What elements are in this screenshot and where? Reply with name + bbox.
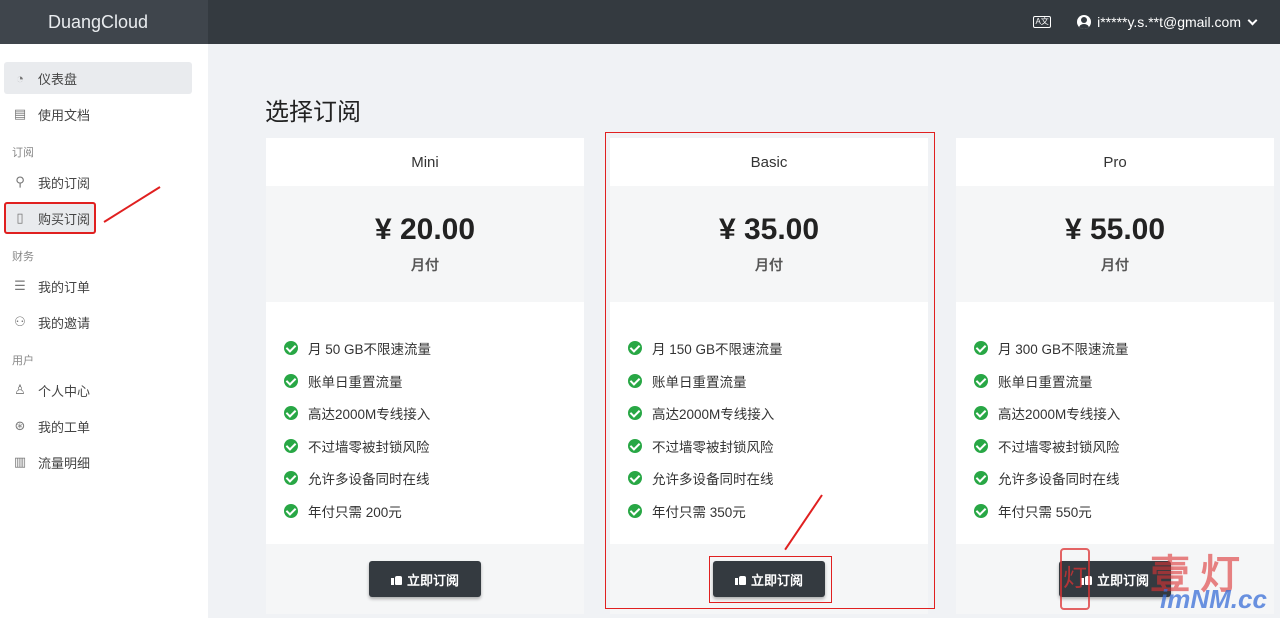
feature-item: 允许多设备同时在线 <box>974 462 1274 495</box>
sidebar-item-label: 我的工单 <box>38 419 91 435</box>
dashboard-icon: ◔ <box>16 70 24 86</box>
chevron-down-icon[interactable] <box>1247 15 1258 25</box>
feature-item: 允许多设备同时在线 <box>284 462 584 495</box>
user-email[interactable]: i*****y.s.**t@gmail.com <box>1097 14 1241 30</box>
header-right: A文 i*****y.s.**t@gmail.com <box>1033 14 1280 30</box>
sidebar-item-label: 我的邀请 <box>38 315 91 331</box>
watermark-seal: 灯 <box>1060 548 1090 610</box>
sidebar-item-label: 我的订单 <box>38 279 91 295</box>
page-title: 选择订阅 <box>265 99 361 126</box>
check-circle-icon <box>974 471 988 486</box>
annotation-box-basic-button <box>709 556 832 603</box>
plan-period: 月付 <box>411 257 439 273</box>
plan-price: ¥ 55.00 <box>1064 213 1166 246</box>
feature-item: 年付只需 200元 <box>284 495 584 528</box>
book-icon: ▤ <box>13 106 27 121</box>
section-title-finance: 财务 <box>12 251 34 263</box>
sidebar-item-my-invites[interactable]: ⚇ 我的邀请 <box>4 306 192 338</box>
sidebar: ◔ 仪表盘 ▤ 使用文档 订阅 ⚲ 我的订阅 ▯ 购买订阅 财务 ☰ 我的订单 … <box>0 44 208 618</box>
check-circle-icon <box>974 503 988 518</box>
sidebar-item-buy-subscription[interactable]: ▯ 购买订阅 <box>4 202 96 234</box>
sidebar-item-label: 使用文档 <box>38 107 91 123</box>
sidebar-item-dashboard[interactable]: ◔ 仪表盘 <box>4 62 192 94</box>
plan-name: Pro <box>1103 153 1127 171</box>
check-circle-icon <box>974 406 988 421</box>
check-circle-icon <box>974 373 988 388</box>
check-circle-icon <box>284 341 298 356</box>
support-icon: ⊛ <box>14 418 26 433</box>
brand-logo[interactable]: DuangCloud <box>0 0 208 44</box>
feature-item: 月 50 GB不限速流量 <box>284 332 584 365</box>
thumbs-up-icon <box>390 574 402 585</box>
feature-list: 月 300 GB不限速流量 账单日重置流量 高达2000M专线接入 不过墙零被封… <box>956 302 1274 527</box>
plan-period: 月付 <box>1101 257 1129 273</box>
plan-card-mini: Mini ¥ 20.00 月付 月 50 GB不限速流量 账单日重置流量 高达2… <box>266 138 584 614</box>
feature-item: 高达2000M专线接入 <box>284 397 584 430</box>
sidebar-item-label: 仪表盘 <box>38 71 78 87</box>
sidebar-item-label: 个人中心 <box>38 383 91 399</box>
sidebar-item-docs[interactable]: ▤ 使用文档 <box>4 98 192 130</box>
watermark: 灯 壹灯 imNM.cc <box>1060 548 1276 614</box>
check-circle-icon <box>284 471 298 486</box>
sidebar-item-tickets[interactable]: ⊛ 我的工单 <box>4 410 192 442</box>
price-box: ¥ 20.00 月付 <box>266 186 584 302</box>
check-circle-icon <box>974 341 988 356</box>
bar-chart-icon: ▥ <box>13 454 27 469</box>
card-footer: 立即订阅 <box>266 544 584 614</box>
feature-item: 不过墙零被封锁风险 <box>284 430 584 463</box>
section-title-user: 用户 <box>12 355 34 367</box>
user-icon <box>1077 15 1092 29</box>
sidebar-item-my-subscription[interactable]: ⚲ 我的订阅 <box>4 166 192 198</box>
sidebar-item-label: 购买订阅 <box>38 211 91 227</box>
top-header: DuangCloud A文 i*****y.s.**t@gmail.com <box>0 0 1280 44</box>
feature-item: 不过墙零被封锁风险 <box>974 430 1274 463</box>
feature-item: 高达2000M专线接入 <box>974 397 1274 430</box>
feature-item: 年付只需 550元 <box>974 495 1274 528</box>
subscribe-button[interactable]: 立即订阅 <box>368 561 481 597</box>
clipboard-icon: ▯ <box>16 210 24 225</box>
user-icon: ♙ <box>14 382 26 397</box>
users-icon: ⚇ <box>14 314 26 329</box>
check-circle-icon <box>284 503 298 518</box>
list-icon: ☰ <box>14 278 26 293</box>
section-title-subscription: 订阅 <box>12 147 34 159</box>
check-circle-icon <box>284 373 298 388</box>
language-icon[interactable]: A文 <box>1033 16 1052 28</box>
watermark-domain: imNM.cc <box>1160 584 1267 614</box>
check-circle-icon <box>974 438 988 453</box>
check-circle-icon <box>284 438 298 453</box>
sidebar-item-my-orders[interactable]: ☰ 我的订单 <box>4 270 192 302</box>
sidebar-item-label: 我的订阅 <box>38 175 91 191</box>
feature-item: 账单日重置流量 <box>284 365 584 398</box>
check-circle-icon <box>284 406 298 421</box>
plan-price: ¥ 20.00 <box>374 213 476 246</box>
rocket-icon: ⚲ <box>15 174 25 189</box>
feature-item: 账单日重置流量 <box>974 365 1274 398</box>
feature-list: 月 50 GB不限速流量 账单日重置流量 高达2000M专线接入 不过墙零被封锁… <box>266 302 584 527</box>
sidebar-item-traffic[interactable]: ▥ 流量明细 <box>4 446 192 478</box>
sidebar-item-label: 流量明细 <box>38 455 91 471</box>
annotation-box-basic-card <box>605 132 935 609</box>
sidebar-item-profile[interactable]: ♙ 个人中心 <box>4 374 192 406</box>
feature-item: 月 300 GB不限速流量 <box>974 332 1274 365</box>
price-box: ¥ 55.00 月付 <box>956 186 1274 302</box>
plan-name: Mini <box>411 153 439 171</box>
